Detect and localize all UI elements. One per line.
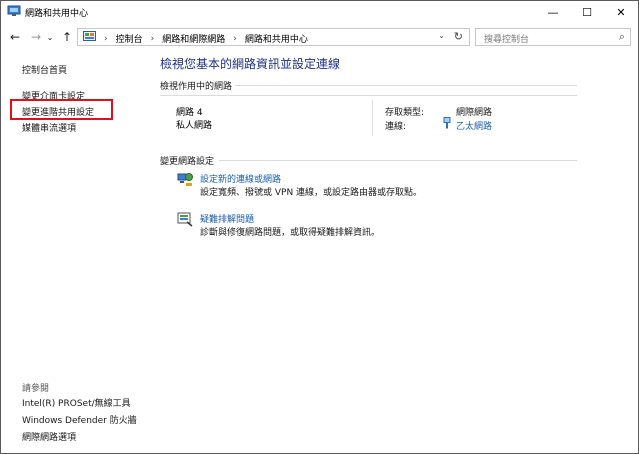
search-box[interactable]: 搜尋控制台 ⌕ <box>475 28 631 46</box>
address-dropdown-button[interactable]: ⌄ <box>438 31 445 40</box>
breadcrumb-separator[interactable]: › <box>151 34 155 44</box>
search-placeholder: 搜尋控制台 <box>484 35 530 45</box>
left-nav-media-streaming-options[interactable]: 媒體串流選項 <box>22 121 76 134</box>
active-networks-heading: 檢視作用中的網路 <box>160 82 233 92</box>
network-type: 私人網路 <box>176 121 213 131</box>
see-also-intel-proset[interactable]: Intel(R) PROSet/無線工具 <box>22 396 131 409</box>
close-button[interactable]: ✕ <box>604 1 638 23</box>
troubleshoot-problems-link[interactable]: 疑難排解問題 <box>200 212 254 225</box>
connection-link-ethernet[interactable]: 乙太網路 <box>456 119 492 132</box>
breadcrumb-network-internet[interactable]: 網路和網際網路 <box>162 32 225 45</box>
control-panel-icon <box>83 31 96 41</box>
section-divider <box>235 85 577 86</box>
see-also-internet-options[interactable]: 網際網路選項 <box>22 430 76 443</box>
setup-new-connection-desc: 設定寬頻、撥號或 VPN 連線，或設定路由器或存取點。 <box>200 188 423 198</box>
window: 網路和共用中心 — ☐ ✕ ← → ⌄ ↑ › 控制台 › 網路和網際網路 › … <box>0 0 639 454</box>
section-divider <box>219 160 577 161</box>
back-button[interactable]: ← <box>7 29 23 45</box>
maximize-button[interactable]: ☐ <box>570 1 604 23</box>
network-setup-icon <box>177 173 193 186</box>
forward-button[interactable]: → <box>28 29 44 45</box>
vertical-divider <box>372 100 373 136</box>
up-button[interactable]: ↑ <box>59 29 75 45</box>
breadcrumb-control-panel[interactable]: 控制台 <box>116 32 143 45</box>
refresh-button[interactable]: ↻ <box>454 30 463 43</box>
navigation-bar: ← → ⌄ ↑ › 控制台 › 網路和網際網路 › 網路和共用中心 ⌄ ↻ 搜尋… <box>1 25 638 49</box>
search-icon[interactable]: ⌕ <box>619 30 625 44</box>
breadcrumb-separator[interactable]: › <box>233 34 237 44</box>
network-name: 網路 4 <box>176 108 203 118</box>
minimize-button[interactable]: — <box>536 1 570 23</box>
recent-locations-dropdown[interactable]: ⌄ <box>45 29 55 45</box>
connections-label: 連線: <box>385 122 407 132</box>
highlight-box <box>10 99 113 120</box>
see-also-heading: 請參閱 <box>22 384 50 394</box>
change-settings-heading: 變更網路設定 <box>160 157 215 167</box>
window-title: 網路和共用中心 <box>25 9 89 19</box>
section-divider <box>160 95 577 96</box>
access-type-label: 存取類型: <box>385 108 425 118</box>
title-bar: 網路和共用中心 — ☐ ✕ <box>1 1 638 23</box>
address-bar[interactable]: › 控制台 › 網路和網際網路 › 網路和共用中心 ⌄ ↻ <box>77 28 470 46</box>
troubleshoot-problems-desc: 診斷與修復網路問題，或取得疑難排解資訊。 <box>200 228 381 238</box>
ethernet-icon <box>443 117 451 129</box>
troubleshoot-icon <box>177 212 193 227</box>
breadcrumb: › 控制台 › 網路和網際網路 › 網路和共用中心 <box>104 32 308 46</box>
page-title: 檢視您基本的網路資訊並設定連線 <box>160 57 341 71</box>
access-type-value: 網際網路 <box>456 108 493 118</box>
left-nav-control-panel-home[interactable]: 控制台首頁 <box>22 63 67 76</box>
setup-new-connection-link[interactable]: 設定新的連線或網路 <box>200 172 281 185</box>
see-also-windows-defender-firewall[interactable]: Windows Defender 防火牆 <box>22 413 137 426</box>
network-center-icon <box>7 5 21 16</box>
breadcrumb-network-sharing-center[interactable]: 網路和共用中心 <box>245 32 308 45</box>
breadcrumb-separator: › <box>104 33 108 44</box>
